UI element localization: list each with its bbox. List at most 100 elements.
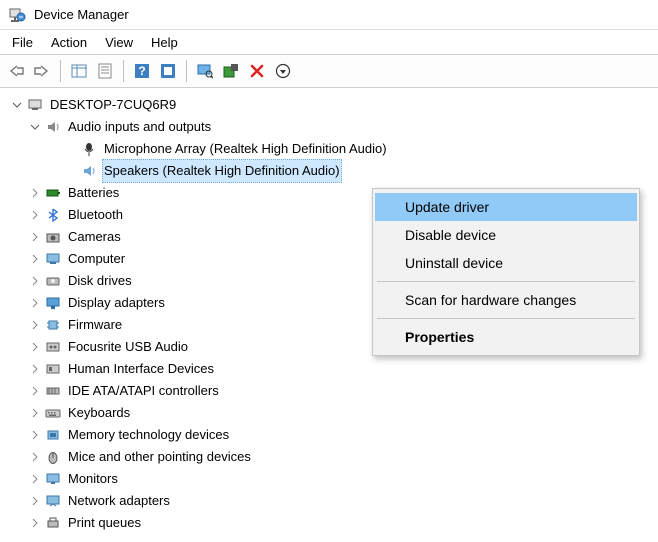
computer-icon xyxy=(44,250,62,268)
expander-closed-icon[interactable] xyxy=(28,252,42,266)
tree-label: Network adapters xyxy=(66,490,172,512)
tree-label: Speakers (Realtek High Definition Audio) xyxy=(102,159,342,183)
hid-icon xyxy=(44,360,62,378)
tree-label: Bluetooth xyxy=(66,204,125,226)
expander-closed-icon[interactable] xyxy=(28,186,42,200)
controller-icon xyxy=(44,382,62,400)
ctx-scan-hardware[interactable]: Scan for hardware changes xyxy=(375,286,637,314)
tree-label: Monitors xyxy=(66,468,120,490)
tree-category-ide[interactable]: IDE ATA/ATAPI controllers xyxy=(4,380,654,402)
tree-device-microphone[interactable]: Microphone Array (Realtek High Definitio… xyxy=(4,138,654,160)
arrow-left-icon xyxy=(8,64,24,78)
scan-hardware-button[interactable] xyxy=(193,59,217,83)
show-hide-tree-button[interactable] xyxy=(67,59,91,83)
title-bar: Device Manager xyxy=(0,0,658,30)
toolbar: ? xyxy=(0,54,658,88)
toolbar-separator xyxy=(60,60,61,82)
tree-category-mice[interactable]: Mice and other pointing devices xyxy=(4,446,654,468)
menu-help[interactable]: Help xyxy=(145,33,190,52)
expander-closed-icon[interactable] xyxy=(28,450,42,464)
tree-label: Firmware xyxy=(66,314,124,336)
tree-root[interactable]: DESKTOP-7CUQ6R9 xyxy=(4,94,654,116)
tree-label: Keyboards xyxy=(66,402,132,424)
chip-icon xyxy=(44,316,62,334)
tree-label: Computer xyxy=(66,248,127,270)
tree-label: Print queues xyxy=(66,512,143,534)
toolbar-separator xyxy=(186,60,187,82)
expander-closed-icon[interactable] xyxy=(28,362,42,376)
expander-closed-icon[interactable] xyxy=(28,340,42,354)
tree-label: Memory technology devices xyxy=(66,424,231,446)
memory-icon xyxy=(44,426,62,444)
context-menu: Update driver Disable device Uninstall d… xyxy=(372,188,640,356)
printer-icon xyxy=(44,514,62,532)
expander-closed-icon[interactable] xyxy=(28,406,42,420)
console-tree-icon xyxy=(71,63,87,79)
forward-button[interactable] xyxy=(30,59,54,83)
expander-closed-icon[interactable] xyxy=(28,318,42,332)
expander-closed-icon[interactable] xyxy=(28,384,42,398)
tree-category-network[interactable]: Network adapters xyxy=(4,490,654,512)
tree-device-speakers[interactable]: Speakers (Realtek High Definition Audio) xyxy=(4,160,654,182)
tree-label: DESKTOP-7CUQ6R9 xyxy=(48,94,178,116)
tree-category-memory[interactable]: Memory technology devices xyxy=(4,424,654,446)
menu-bar: File Action View Help xyxy=(0,30,658,54)
help-icon: ? xyxy=(134,63,150,79)
speaker-icon xyxy=(44,118,62,136)
expander-closed-icon[interactable] xyxy=(28,428,42,442)
tree-category-hid[interactable]: Human Interface Devices xyxy=(4,358,654,380)
camera-icon xyxy=(44,228,62,246)
tree-label: Human Interface Devices xyxy=(66,358,216,380)
ctx-update-driver[interactable]: Update driver xyxy=(375,193,637,221)
expander-closed-icon[interactable] xyxy=(28,274,42,288)
expander-open-icon[interactable] xyxy=(28,120,42,134)
tree-label: Cameras xyxy=(66,226,123,248)
expander-closed-icon[interactable] xyxy=(28,494,42,508)
back-button[interactable] xyxy=(4,59,28,83)
properties-toolbar-button[interactable] xyxy=(93,59,117,83)
mouse-icon xyxy=(44,448,62,466)
properties-icon xyxy=(97,63,113,79)
keyboard-icon xyxy=(44,404,62,422)
add-hardware-button[interactable] xyxy=(219,59,243,83)
expander-closed-icon[interactable] xyxy=(28,516,42,530)
expander-closed-icon[interactable] xyxy=(28,296,42,310)
disable-button[interactable] xyxy=(271,59,295,83)
tree-label: Disk drives xyxy=(66,270,134,292)
tree-label: Focusrite USB Audio xyxy=(66,336,190,358)
expander-closed-icon[interactable] xyxy=(28,208,42,222)
monitor-search-icon xyxy=(197,63,213,79)
tree-label: Display adapters xyxy=(66,292,167,314)
tree-category-monitors[interactable]: Monitors xyxy=(4,468,654,490)
arrow-right-icon xyxy=(34,64,50,78)
ctx-separator xyxy=(377,281,635,282)
ctx-properties[interactable]: Properties xyxy=(375,323,637,351)
down-circle-icon xyxy=(275,63,291,79)
ctx-disable-device[interactable]: Disable device xyxy=(375,221,637,249)
help-button[interactable]: ? xyxy=(130,59,154,83)
action-button[interactable] xyxy=(156,59,180,83)
menu-file[interactable]: File xyxy=(6,33,45,52)
expander-closed-icon[interactable] xyxy=(28,230,42,244)
expander-closed-icon[interactable] xyxy=(28,472,42,486)
tree-category-keyboards[interactable]: Keyboards xyxy=(4,402,654,424)
microphone-icon xyxy=(80,140,98,158)
window-title: Device Manager xyxy=(34,7,129,22)
network-icon xyxy=(44,492,62,510)
menu-view[interactable]: View xyxy=(99,33,145,52)
tree-category-audio[interactable]: Audio inputs and outputs xyxy=(4,116,654,138)
ctx-uninstall-device[interactable]: Uninstall device xyxy=(375,249,637,277)
tree-label: IDE ATA/ATAPI controllers xyxy=(66,380,221,402)
tree-label: Mice and other pointing devices xyxy=(66,446,253,468)
tree-category-print[interactable]: Print queues xyxy=(4,512,654,534)
computer-icon xyxy=(26,96,44,114)
monitor-icon xyxy=(44,470,62,488)
menu-action[interactable]: Action xyxy=(45,33,99,52)
expander-open-icon[interactable] xyxy=(10,98,24,112)
display-adapter-icon xyxy=(44,294,62,312)
battery-icon xyxy=(44,184,62,202)
bluetooth-icon xyxy=(44,206,62,224)
audio-device-icon xyxy=(44,338,62,356)
uninstall-button[interactable] xyxy=(245,59,269,83)
add-hardware-icon xyxy=(223,63,239,79)
